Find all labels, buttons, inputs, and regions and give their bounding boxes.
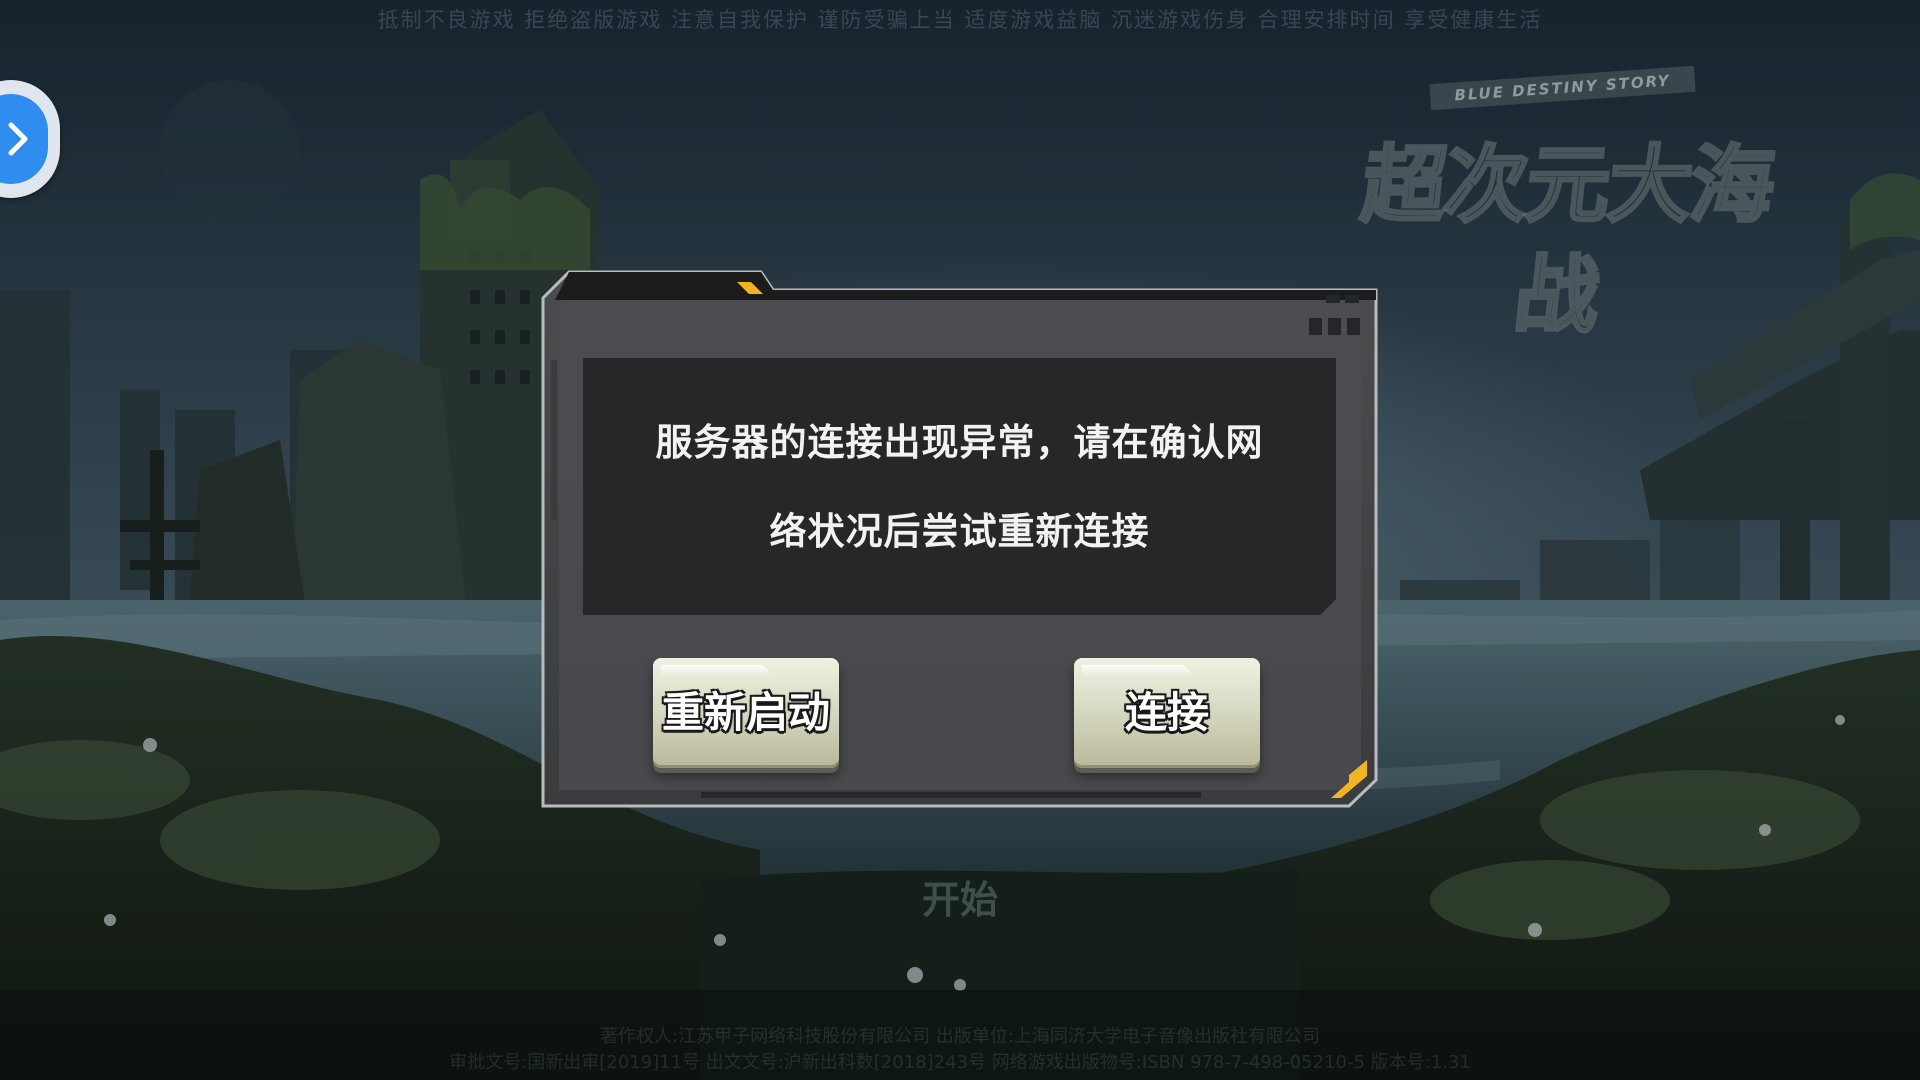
logo-title: 超次元大海战 <box>1356 135 1779 346</box>
chevron-right-icon <box>8 122 28 156</box>
connection-error-dialog: 服务器的连接出现异常，请在确认网 络状况后尝试重新连接 重新启动 连接 <box>541 270 1378 808</box>
health-notice: 抵制不良游戏 拒绝盗版游戏 注意自我保护 谨防受骗上当 适度游戏益脑 沉迷游戏伤… <box>377 8 1543 32</box>
logo-subtitle: BLUE DESTINY STORY <box>1429 65 1696 111</box>
game-screen: 抵制不良游戏 拒绝盗版游戏 注意自我保护 谨防受骗上当 适度游戏益脑 沉迷游戏伤… <box>0 0 1920 1080</box>
connect-button-label: 连接 <box>1124 688 1209 737</box>
game-logo: BLUE DESTINY STORY 超次元大海战 <box>1345 60 1790 346</box>
start-label: 开始 <box>921 878 998 922</box>
error-message: 服务器的连接出现异常，请在确认网 络状况后尝试重新连接 <box>613 398 1306 576</box>
error-message-line-2: 络状况后尝试重新连接 <box>769 510 1150 553</box>
message-panel: 服务器的连接出现异常，请在确认网 络状况后尝试重新连接 <box>583 358 1336 615</box>
copyright-line-2: 审批文号:国新出审[2019]11号 出文文号:沪新出科数[2018]243号 … <box>449 1052 1471 1073</box>
error-message-line-1: 服务器的连接出现异常，请在确认网 <box>655 421 1264 464</box>
connect-button[interactable]: 连接 <box>1074 658 1260 768</box>
restart-button[interactable]: 重新启动 <box>653 658 839 768</box>
restart-button-label: 重新启动 <box>661 688 830 737</box>
copyright-line-1: 著作权人:江苏甲子网络科技股份有限公司 出版单位:上海同济大学电子音像出版社有限… <box>600 1026 1320 1047</box>
